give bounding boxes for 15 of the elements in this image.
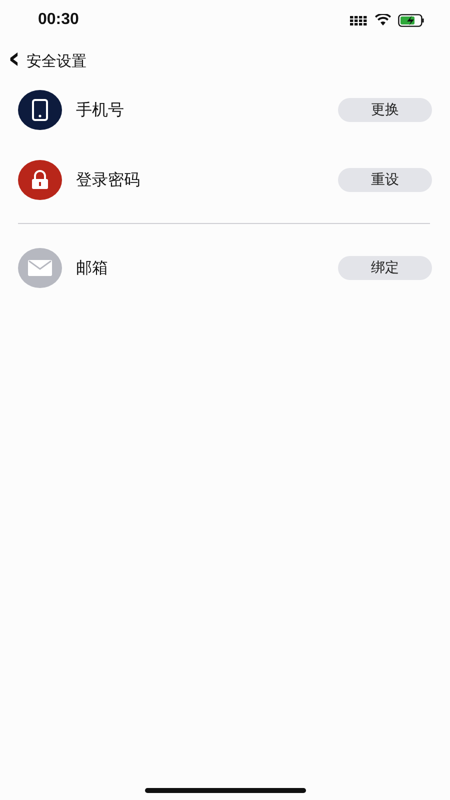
setting-label: 手机号 <box>76 100 125 120</box>
setting-label: 登录密码 <box>76 170 141 190</box>
action-button[interactable]: 更换 <box>338 98 432 122</box>
tablet-icon <box>32 99 48 121</box>
page-title: 安全设置 <box>26 52 86 70</box>
signal-icon <box>350 14 368 26</box>
wifi-icon <box>375 14 391 26</box>
status-time: 00:30 <box>38 11 79 29</box>
back-button[interactable]: ‹ <box>8 44 20 74</box>
setting-label: 邮箱 <box>76 258 109 278</box>
battery-icon <box>398 14 426 26</box>
lock-icon <box>31 170 49 190</box>
envelope-icon <box>28 260 52 276</box>
action-button[interactable]: 重设 <box>338 168 432 192</box>
action-button[interactable]: 绑定 <box>338 256 432 280</box>
